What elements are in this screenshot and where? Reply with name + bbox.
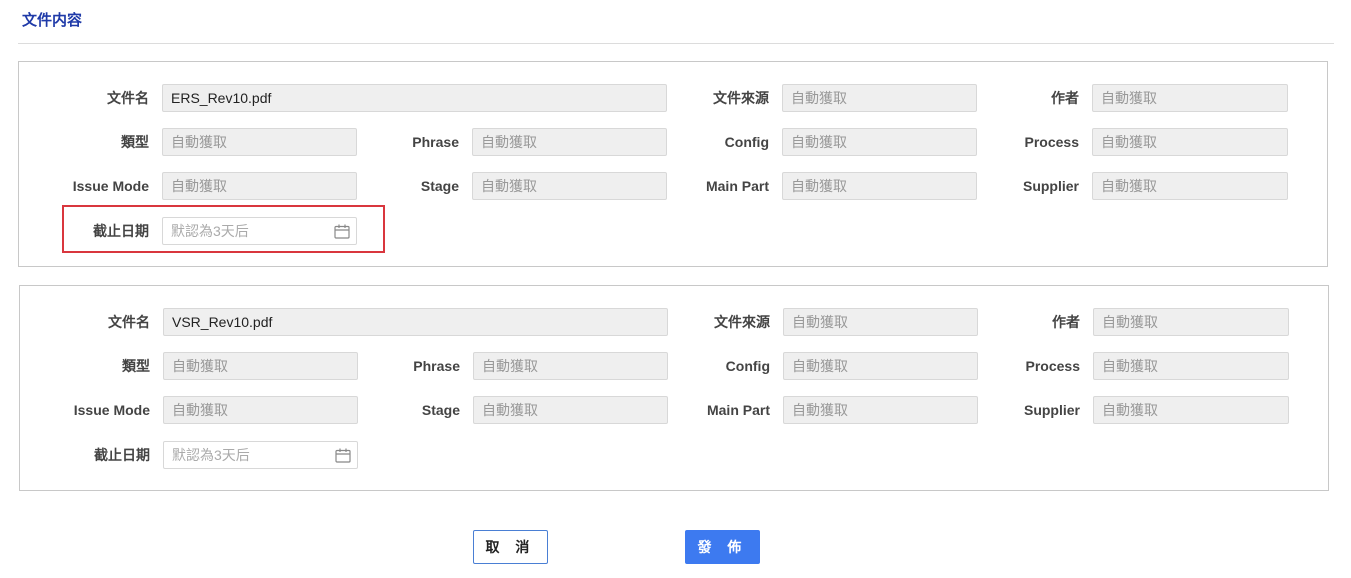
document-panel-2: 文件名 VSR_Rev10.pdf 文件來源 自動獲取 作者 自動獲取 類型 自… [19,285,1329,491]
issue-mode-label: Issue Mode [73,402,150,418]
source-label: 文件來源 [714,314,770,330]
process-field[interactable]: 自動獲取 [1092,128,1288,156]
deadline-highlight-box [62,205,385,253]
type-field[interactable]: 自動獲取 [162,128,357,156]
supplier-label: Supplier [1023,402,1080,418]
filename-field[interactable]: ERS_Rev10.pdf [162,84,667,112]
main-part-label: Main Part [705,178,769,194]
issue-mode-field[interactable]: 自動獲取 [162,172,357,200]
phrase-label: Phrase [412,134,459,150]
stage-label: Stage [420,178,459,194]
supplier-field[interactable]: 自動獲取 [1093,396,1289,424]
main-part-field[interactable]: 自動獲取 [783,396,978,424]
supplier-label: Supplier [1022,178,1079,194]
issue-mode-field[interactable]: 自動獲取 [163,396,358,424]
process-label: Process [1025,358,1080,374]
filename-label: 文件名 [108,314,150,330]
stage-label: Stage [421,402,460,418]
process-label: Process [1024,134,1079,150]
main-part-field[interactable]: 自動獲取 [782,172,977,200]
type-label: 類型 [121,134,149,150]
type-field[interactable]: 自動獲取 [163,352,358,380]
filename-label: 文件名 [107,90,149,106]
document-content-page: 文件内容 文件名 ERS_Rev10.pdf 文件來源 自動獲取 作者 自動獲取… [0,0,1351,578]
config-label: Config [724,134,769,150]
deadline-placeholder: 默認為3天后 [172,447,250,463]
main-part-label: Main Part [706,402,770,418]
title-divider [18,43,1334,44]
calendar-icon[interactable] [335,448,351,463]
source-label: 文件來源 [713,90,769,106]
section-title: 文件内容 [22,12,83,29]
author-label: 作者 [1051,90,1079,106]
author-label: 作者 [1052,314,1080,330]
stage-field[interactable]: 自動獲取 [473,396,668,424]
config-label: Config [725,358,770,374]
phrase-label: Phrase [413,358,460,374]
supplier-field[interactable]: 自動獲取 [1092,172,1288,200]
author-field[interactable]: 自動獲取 [1093,308,1289,336]
filename-field[interactable]: VSR_Rev10.pdf [163,308,668,336]
cancel-button[interactable]: 取 消 [473,530,548,564]
type-label: 類型 [122,358,150,374]
config-field[interactable]: 自動獲取 [782,128,977,156]
publish-button[interactable]: 發 佈 [685,530,760,564]
stage-field[interactable]: 自動獲取 [472,172,667,200]
source-field[interactable]: 自動獲取 [782,84,977,112]
deadline-label: 截止日期 [94,447,150,463]
author-field[interactable]: 自動獲取 [1092,84,1288,112]
phrase-field[interactable]: 自動獲取 [473,352,668,380]
deadline-date-picker[interactable]: 默認為3天后 [163,441,358,469]
phrase-field[interactable]: 自動獲取 [472,128,667,156]
source-field[interactable]: 自動獲取 [783,308,978,336]
config-field[interactable]: 自動獲取 [783,352,978,380]
process-field[interactable]: 自動獲取 [1093,352,1289,380]
issue-mode-label: Issue Mode [72,178,149,194]
